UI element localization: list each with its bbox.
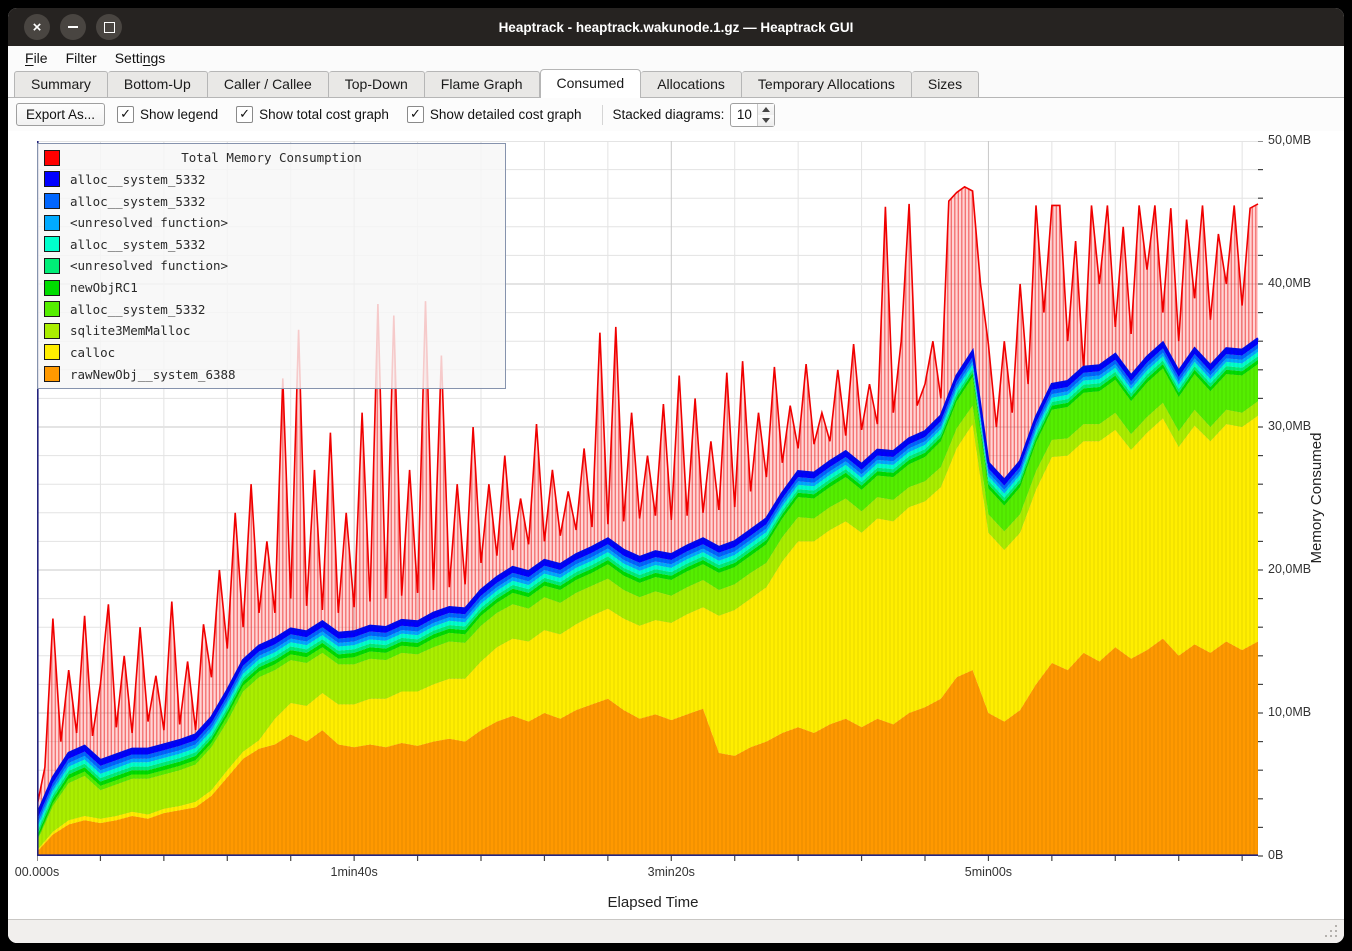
legend-swatch (44, 258, 60, 274)
chart-legend: Total Memory Consumption alloc__system_53… (37, 143, 506, 389)
spinbox-value[interactable]: 10 (731, 104, 757, 126)
tab-bottom-up[interactable]: Bottom-Up (108, 71, 208, 97)
legend-label: rawNewObj__system_6388 (70, 367, 236, 382)
tab-sizes[interactable]: Sizes (912, 71, 979, 97)
tab-flame-graph[interactable]: Flame Graph (425, 71, 540, 97)
legend-row: <unresolved function> (44, 256, 499, 276)
legend-swatch (44, 193, 60, 209)
legend-swatch (44, 215, 60, 231)
spinbox-buttons (757, 104, 774, 126)
chevron-up-icon (762, 107, 770, 112)
app-window: × Heaptrack - heaptrack.wakunode.1.gz — … (8, 8, 1344, 943)
y-tick-label: 20,0MB (1268, 562, 1311, 576)
y-tick-label: 40,0MB (1268, 276, 1311, 290)
checkbox-label: Show detailed cost graph (430, 107, 582, 122)
tab-temporary-allocations[interactable]: Temporary Allocations (742, 71, 912, 97)
legend-label: alloc__system_5332 (70, 302, 205, 317)
tab-allocations[interactable]: Allocations (641, 71, 742, 97)
checkbox-box[interactable]: ✓ (236, 106, 253, 123)
x-tick-label: 00.000s (15, 865, 59, 879)
legend-swatch (44, 366, 60, 382)
checkbox-show-total-cost-graph[interactable]: ✓ Show total cost graph (236, 106, 389, 123)
legend-row: rawNewObj__system_6388 (44, 364, 499, 384)
legend-title: Total Memory Consumption (70, 150, 473, 165)
legend-label: alloc__system_5332 (70, 172, 205, 187)
legend-swatch (44, 301, 60, 317)
tab-summary[interactable]: Summary (14, 71, 108, 97)
stacked-diagrams-label: Stacked diagrams: (613, 107, 725, 122)
legend-row: calloc (44, 342, 499, 362)
tab-bar: SummaryBottom-UpCaller / CalleeTop-DownF… (8, 70, 1344, 98)
legend-label: <unresolved function> (70, 258, 228, 273)
y-tick-label: 30,0MB (1268, 419, 1311, 433)
menu-settings[interactable]: Settings (106, 48, 175, 68)
close-button[interactable]: × (24, 14, 50, 40)
legend-row: Total Memory Consumption (44, 148, 499, 168)
tab-caller-callee[interactable]: Caller / Callee (208, 71, 329, 97)
export-as-button[interactable]: Export As... (16, 103, 105, 126)
tab-top-down[interactable]: Top-Down (329, 71, 425, 97)
toolbar-checkboxes: ✓ Show legend ✓ Show total cost graph ✓ Show … (117, 106, 600, 123)
spinbox-down-button[interactable] (758, 115, 774, 126)
legend-swatch (44, 323, 60, 339)
minimize-button[interactable] (60, 14, 86, 40)
spinbox-up-button[interactable] (758, 104, 774, 115)
window-title: Heaptrack - heaptrack.wakunode.1.gz — He… (8, 20, 1344, 35)
toolbar-separator (602, 105, 603, 125)
menu-filter[interactable]: Filter (57, 48, 106, 68)
menu-bar: FileFilterSettings (8, 46, 1344, 70)
legend-row: alloc__system_5332 (44, 169, 499, 189)
legend-swatch (44, 150, 60, 166)
checkbox-show-legend[interactable]: ✓ Show legend (117, 106, 218, 123)
legend-row: newObjRC1 (44, 278, 499, 298)
close-icon: × (33, 20, 42, 35)
legend-label: alloc__system_5332 (70, 237, 205, 252)
legend-row: sqlite3MemMalloc (44, 321, 499, 341)
y-tick-label: 0B (1268, 848, 1283, 862)
x-axis-title: Elapsed Time (608, 894, 699, 911)
y-tick-label: 10,0MB (1268, 705, 1311, 719)
legend-swatch (44, 280, 60, 296)
x-tick-label: 5min00s (965, 865, 1012, 879)
legend-swatch (44, 171, 60, 187)
checkbox-box[interactable]: ✓ (407, 106, 424, 123)
maximize-button[interactable] (96, 14, 122, 40)
tab-consumed[interactable]: Consumed (540, 69, 642, 98)
legend-row: <unresolved function> (44, 213, 499, 233)
y-tick-label: 50,0MB (1268, 133, 1311, 147)
legend-row: alloc__system_5332 (44, 299, 499, 319)
legend-label: alloc__system_5332 (70, 194, 205, 209)
stacked-diagrams-spinbox[interactable]: 10 (730, 103, 775, 127)
legend-label: calloc (70, 345, 115, 360)
minimize-icon (68, 26, 78, 28)
chevron-down-icon (762, 118, 770, 123)
toolbar: Export As... ✓ Show legend ✓ Show total cos… (8, 98, 1344, 131)
y-axis-title: Memory Consumed (1308, 433, 1325, 564)
consumed-chart-widget: Total Memory Consumption alloc__system_53… (8, 131, 1344, 919)
legend-row: alloc__system_5332 (44, 234, 499, 254)
legend-label: <unresolved function> (70, 215, 228, 230)
menu-file[interactable]: File (16, 48, 57, 68)
legend-row: alloc__system_5332 (44, 191, 499, 211)
legend-label: sqlite3MemMalloc (70, 323, 190, 338)
maximize-icon (104, 22, 115, 33)
legend-label: newObjRC1 (70, 280, 138, 295)
legend-swatch (44, 344, 60, 360)
checkbox-box[interactable]: ✓ (117, 106, 134, 123)
title-bar[interactable]: × Heaptrack - heaptrack.wakunode.1.gz — … (8, 8, 1344, 46)
checkbox-label: Show total cost graph (259, 107, 389, 122)
x-tick-label: 1min40s (331, 865, 378, 879)
legend-swatch (44, 236, 60, 252)
resize-grip[interactable] (1325, 925, 1338, 938)
checkbox-label: Show legend (140, 107, 218, 122)
status-bar (8, 919, 1344, 943)
checkbox-show-detailed-cost-graph[interactable]: ✓ Show detailed cost graph (407, 106, 582, 123)
x-tick-label: 3min20s (648, 865, 695, 879)
